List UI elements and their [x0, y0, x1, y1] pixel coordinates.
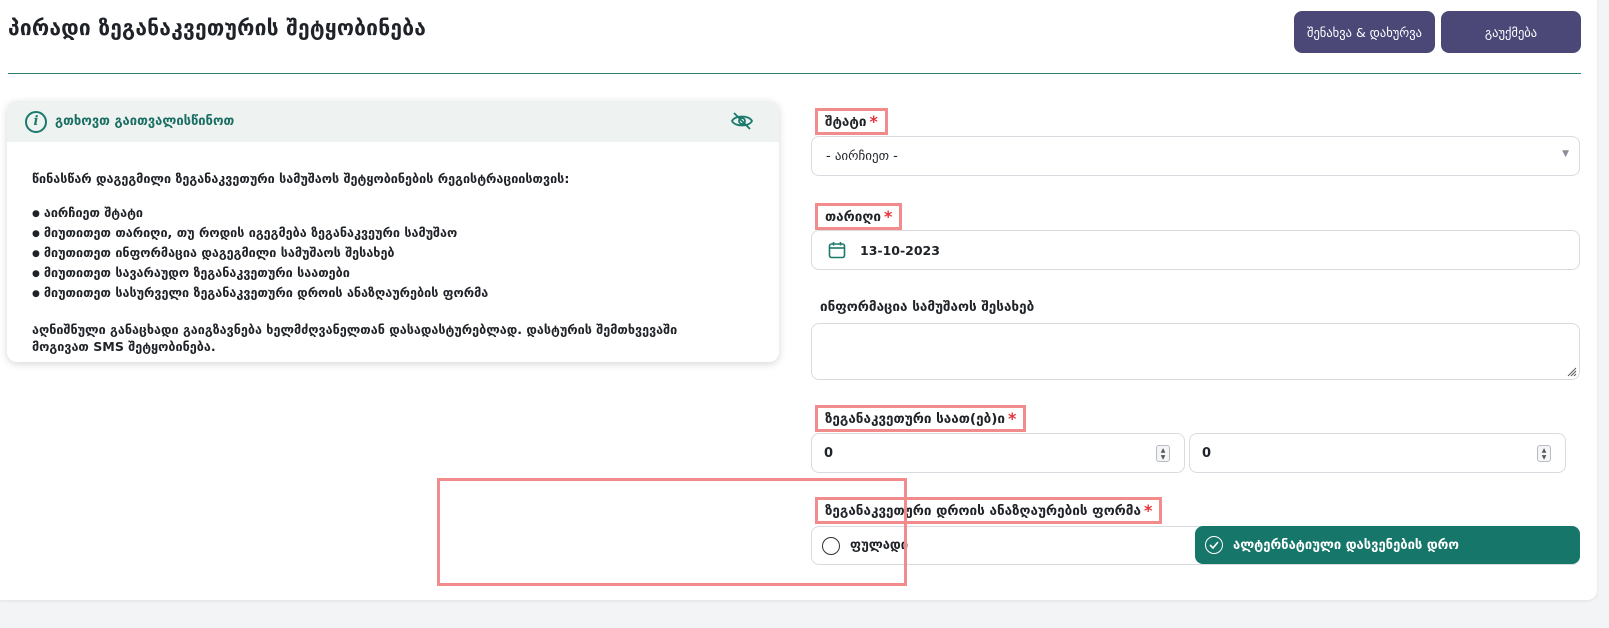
info-card-header: i გთხოვთ გაითვალისწინოთ [7, 101, 779, 142]
required-mark: * [1007, 409, 1017, 428]
hours-label: ზეგანაკვეთური საათ(ებ)ი * [815, 405, 1027, 432]
main-panel: პირადი ზეგანაკვეთურის შეტყობინება შენახვ… [0, 0, 1597, 600]
info-icon: i [25, 110, 47, 133]
radio-money-label[interactable]: ფულადი [850, 538, 908, 553]
hours-input-2[interactable]: 0 ▲ ▼ [1189, 433, 1566, 473]
info-note-line-1: აღნიშნული განაცხადი გაიგზავნება ხელმძღვა… [32, 322, 678, 337]
header-divider [8, 73, 1581, 74]
staff-label-text: შტატი [825, 113, 867, 130]
page-title: პირადი ზეგანაკვეთურის შეტყობინება [8, 16, 427, 40]
required-mark: * [1143, 501, 1153, 520]
staff-label: შტატი * [815, 108, 888, 135]
hours-value-1: 0 [824, 445, 834, 461]
date-label: თარიღი * [815, 203, 903, 230]
info-card: i გთხოვთ გაითვალისწინოთ წინასწარ დაგეგმი… [7, 101, 779, 362]
required-mark: * [869, 112, 878, 131]
save-close-button[interactable]: შენახვა & დახურვა [1294, 11, 1435, 53]
info-card-body: წინასწარ დაგეგმილი ზეგანაკვეთური სამუშაო… [7, 142, 779, 355]
radio-alternative-rest[interactable]: ალტერნატიული დასვენების დრო [1195, 526, 1580, 564]
info-note-line-2: მოგივათ SMS შეტყობინება. [32, 339, 216, 354]
stepper-icon[interactable]: ▲ ▼ [1537, 445, 1551, 462]
chevron-down-icon: ▼ [1562, 149, 1569, 159]
cancel-button[interactable]: გაუქმება [1441, 11, 1581, 53]
resize-handle-icon[interactable] [1565, 365, 1577, 377]
staff-select[interactable]: - აირჩიეთ - ▼ [811, 136, 1580, 176]
radio-money[interactable] [822, 536, 840, 555]
required-mark: * [883, 207, 893, 226]
info-card-title: გთხოვთ გაითვალისწინოთ [55, 114, 235, 129]
work-info-textarea[interactable] [811, 323, 1580, 380]
check-circle-icon [1205, 536, 1223, 554]
info-list-item: მიუთითეთ თარიღი, თუ როდის იგეგმება ზეგან… [32, 224, 754, 244]
info-list-item: მიუთითეთ სავარაუდო ზეგანაკვეთური საათები [32, 264, 754, 284]
work-info-label: ინფორმაცია სამუშაოს შესახებ [820, 299, 1035, 315]
hours-input-1[interactable]: 0 ▲ ▼ [811, 433, 1185, 473]
info-list-item: მიუთითეთ ინფორმაცია დაგეგმილი სამუშაოს შ… [32, 244, 754, 264]
hours-label-text: ზეგანაკვეთური საათ(ებ)ი [825, 410, 1005, 427]
date-value: 13-10-2023 [860, 242, 940, 258]
compensation-label: ზეგანაკვეთური დროის ანაზღაურების ფორმა * [815, 497, 1163, 524]
info-list-item: მიუთითეთ სასურველი ზეგანაკვეთური დროის ა… [32, 284, 754, 304]
eye-off-icon[interactable] [730, 111, 754, 131]
info-note: აღნიშნული განაცხადი გაიგზავნება ხელმძღვა… [32, 321, 754, 355]
info-intro: წინასწარ დაგეგმილი ზეგანაკვეთური სამუშაო… [32, 171, 570, 186]
date-input[interactable]: 13-10-2023 [811, 230, 1580, 270]
compensation-label-text: ზეგანაკვეთური დროის ანაზღაურების ფორმა [825, 502, 1141, 519]
staff-select-value: - აირჩიეთ - [826, 148, 898, 164]
info-list-item: აირჩიეთ შტატი [32, 204, 754, 224]
hours-value-2: 0 [1202, 445, 1212, 461]
radio-alternative-label: ალტერნატიული დასვენების დრო [1233, 537, 1459, 553]
date-label-text: თარიღი [825, 208, 881, 225]
info-list: აირჩიეთ შტატი მიუთითეთ თარიღი, თუ როდის … [32, 204, 754, 304]
stepper-icon[interactable]: ▲ ▼ [1156, 445, 1170, 462]
calendar-icon[interactable] [828, 241, 846, 259]
